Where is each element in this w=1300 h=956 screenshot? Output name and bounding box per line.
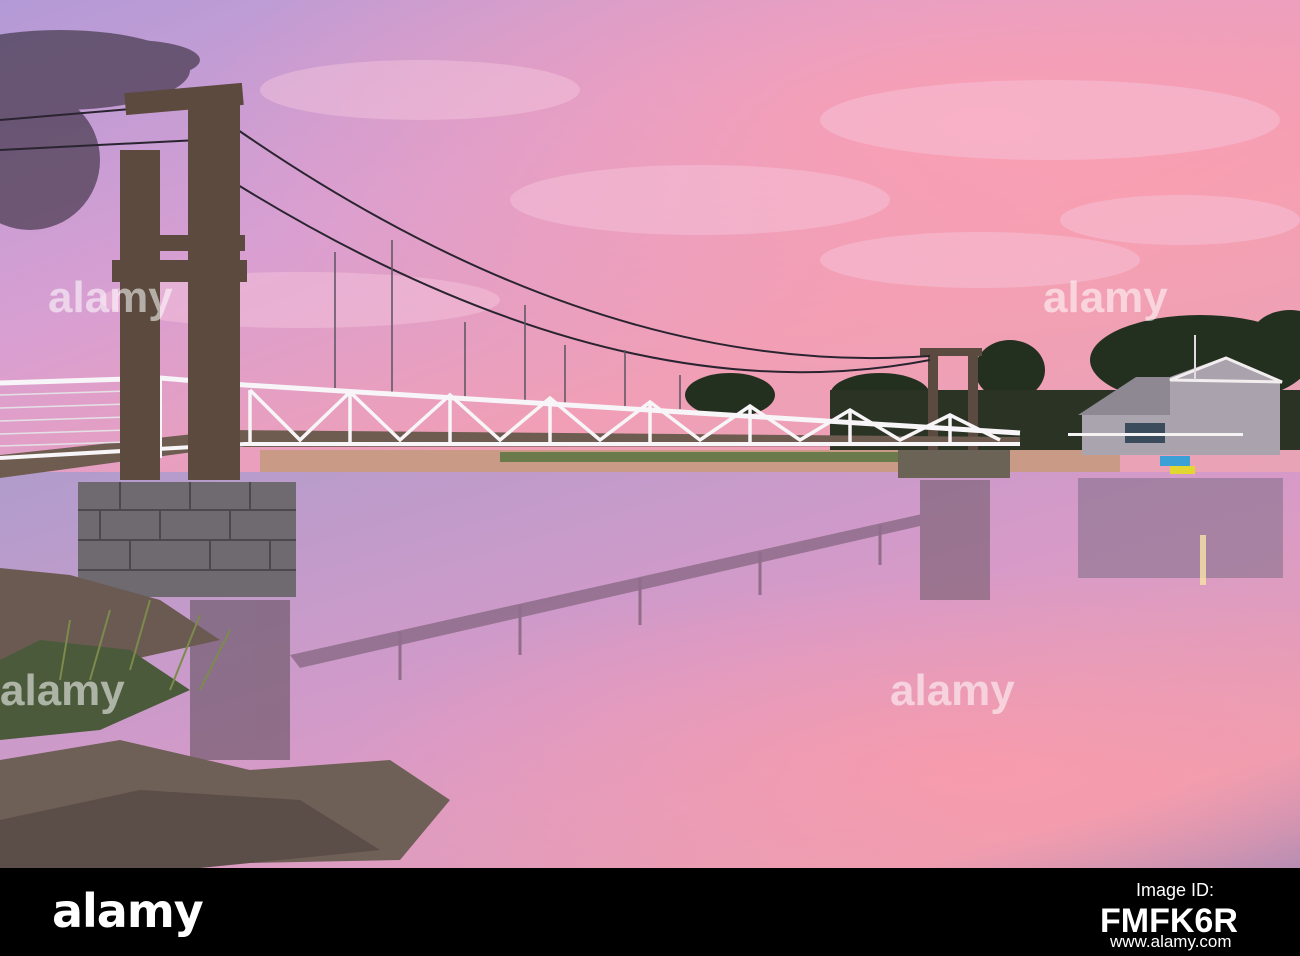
watermark-center: alamy xyxy=(890,666,1015,715)
stock-photo-page: alamy alamy alamy alamy alamy Image ID: … xyxy=(0,0,1300,956)
stone-pier xyxy=(78,482,296,597)
watermark-left: alamy xyxy=(0,666,125,715)
website-link[interactable]: www.alamy.com xyxy=(1110,932,1232,952)
watermark-top-right: alamy xyxy=(1043,273,1168,322)
image-id-label: Image ID: xyxy=(1136,880,1215,900)
watermark-top-left: alamy xyxy=(48,273,173,322)
photo-suspension-bridge-sunset: alamy alamy alamy alamy xyxy=(0,0,1300,868)
footer-brand-logo[interactable]: alamy xyxy=(52,884,204,938)
